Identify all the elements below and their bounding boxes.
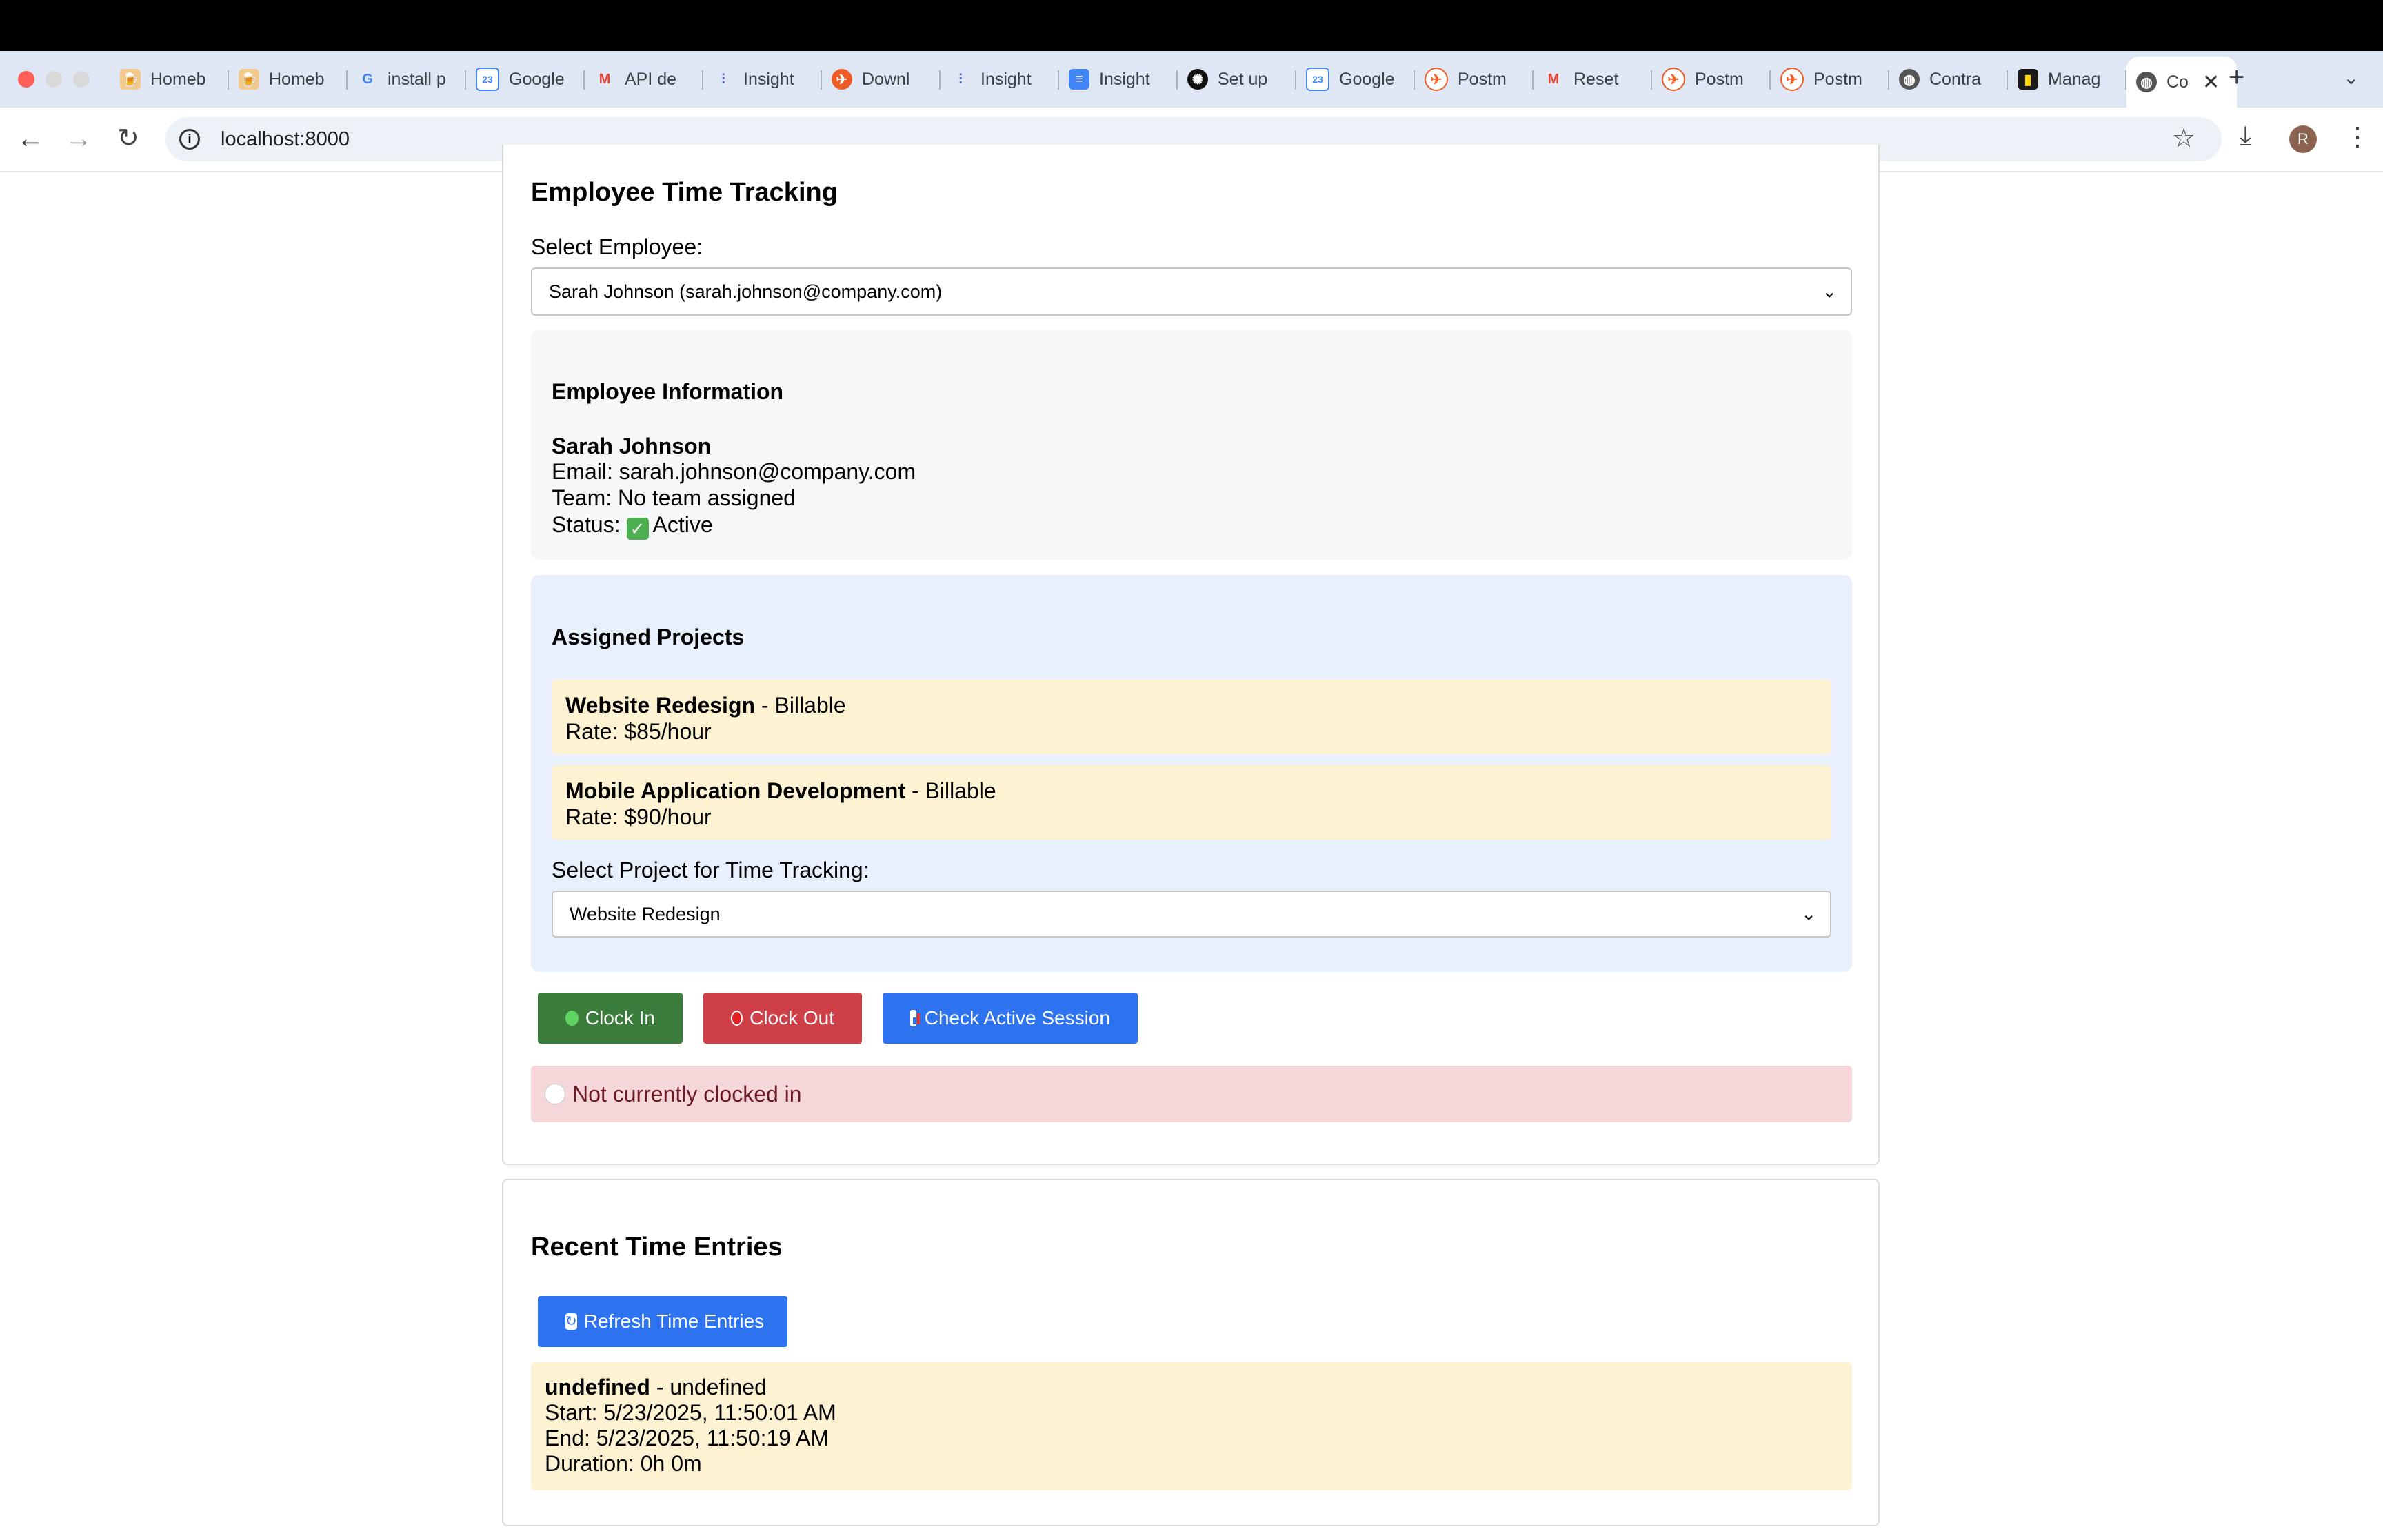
google-docs-icon: ≡: [1069, 69, 1089, 90]
forward-icon[interactable]: →: [65, 123, 92, 154]
employee-name: Sarah Johnson: [552, 434, 712, 458]
profile-avatar[interactable]: R: [2289, 125, 2317, 153]
tab[interactable]: ✺ Set up: [1178, 57, 1296, 102]
tab[interactable]: ◍ Contra: [1889, 57, 2008, 102]
insightful-icon: ⫶: [721, 71, 725, 87]
project-name: Mobile Application Development: [565, 778, 906, 803]
tab[interactable]: Ginstall p: [348, 57, 466, 102]
close-window-button[interactable]: [18, 71, 34, 88]
status-badge: Active: [652, 512, 713, 537]
postman-icon: ✈: [832, 69, 852, 90]
menu-bar: [0, 0, 2383, 51]
page-title: Employee Time Tracking: [531, 178, 838, 207]
maximize-window-button[interactable]: [73, 71, 90, 88]
project-rate: Rate: $90/hour: [565, 804, 712, 829]
tab[interactable]: ✈ Postm: [1652, 57, 1771, 102]
tab-active[interactable]: ◍ Co ✕: [2126, 57, 2237, 108]
project-rate: Rate: $85/hour: [565, 719, 712, 744]
employee-info-panel: [531, 330, 1852, 560]
tab[interactable]: ≡ Insight: [1059, 57, 1178, 102]
employee-select[interactable]: Sarah Johnson (sarah.johnson@company.com…: [531, 267, 1852, 316]
project-type: - Billable: [905, 778, 996, 803]
tab[interactable]: ▮ Manag: [2008, 57, 2126, 102]
back-icon[interactable]: ←: [17, 123, 44, 154]
recent-entries-title: Recent Time Entries: [531, 1233, 783, 1262]
google-icon: G: [362, 71, 373, 87]
globe-icon: ◍: [1899, 69, 1920, 90]
url-text: localhost:8000: [221, 128, 350, 150]
new-tab-icon[interactable]: +: [2229, 62, 2244, 93]
clock-in-button[interactable]: Clock In: [538, 993, 683, 1044]
tab[interactable]: 23 Google: [1296, 57, 1415, 102]
chevron-down-icon: ⌄: [1822, 281, 1837, 302]
tab[interactable]: 23 Google: [466, 57, 585, 102]
employee-info-heading: Employee Information: [552, 379, 784, 404]
entry-description: - undefined: [650, 1375, 767, 1399]
project-item: Mobile Application Development - Billabl…: [552, 765, 1831, 840]
google-calendar-icon: 23: [1306, 68, 1329, 91]
reload-icon[interactable]: ↻: [117, 123, 139, 154]
browser-menu-icon[interactable]: ⋮: [2344, 121, 2371, 152]
site-info-icon[interactable]: i: [179, 129, 200, 150]
clock-out-button[interactable]: Clock Out: [703, 993, 862, 1044]
gmail-icon: M: [599, 71, 611, 87]
select-employee-label: Select Employee:: [531, 234, 703, 259]
tab[interactable]: ⫶ Insight: [703, 57, 822, 102]
tab[interactable]: ✈ Downl: [822, 57, 941, 102]
chevron-down-icon: ⌄: [1801, 903, 1816, 924]
insightful-icon: ⫶: [958, 71, 963, 87]
white-circle-icon: [545, 1084, 565, 1104]
homebrew-icon: 🍺: [120, 69, 141, 90]
tab[interactable]: M Reset: [1534, 57, 1652, 102]
postman-icon: ✈: [1662, 68, 1685, 91]
project-select[interactable]: Website Redesign ⌄: [552, 891, 1831, 938]
postman-icon: ✈: [1425, 68, 1448, 91]
entry-project: undefined: [545, 1375, 650, 1399]
homebrew-icon: 🍺: [239, 69, 259, 90]
bar-chart-icon: [910, 1010, 924, 1026]
refresh-icon: ↻: [565, 1313, 577, 1330]
entry-end: End: 5/23/2025, 11:50:19 AM: [545, 1426, 829, 1450]
project-name: Website Redesign: [565, 693, 756, 718]
tab-search-icon[interactable]: ⌄: [2343, 66, 2359, 89]
refresh-entries-button[interactable]: ↻ Refresh Time Entries: [538, 1296, 787, 1347]
openai-icon: ✺: [1187, 69, 1208, 90]
postman-icon: ✈: [1780, 68, 1804, 91]
tab[interactable]: M API de: [585, 57, 703, 102]
project-type: - Billable: [755, 693, 846, 718]
tab-list: 🍺 Homeb 🍺 Homeb Ginstall p 23 Google M API d…: [110, 57, 2237, 108]
project-item: Website Redesign - Billable Rate: $85/ho…: [552, 680, 1831, 754]
select-project-label: Select Project for Time Tracking:: [552, 858, 869, 882]
tab[interactable]: ⫶ Insight: [941, 57, 1059, 102]
tab[interactable]: ✈ Postm: [1415, 57, 1534, 102]
session-status-message: Not currently clocked in: [531, 1066, 1852, 1122]
tab[interactable]: ✈ Postm: [1771, 57, 1889, 102]
gmail-icon: M: [1547, 71, 1560, 87]
app-icon: ▮: [2018, 69, 2038, 90]
green-circle-icon: [565, 1011, 579, 1026]
red-circle-icon: [731, 1011, 743, 1026]
entry-duration: Duration: 0h 0m: [545, 1451, 702, 1476]
bookmark-star-icon[interactable]: ☆: [2172, 123, 2195, 154]
globe-icon: ◍: [2136, 72, 2157, 92]
download-icon[interactable]: ⤓: [2240, 121, 2251, 151]
employee-status: Status: ✓ Active: [552, 512, 713, 540]
check-icon: ✓: [626, 518, 649, 540]
employee-email: Email: sarah.johnson@company.com: [552, 459, 916, 484]
tab[interactable]: 🍺 Homeb: [110, 57, 229, 102]
employee-team: Team: No team assigned: [552, 485, 796, 510]
google-calendar-icon: 23: [476, 68, 499, 91]
minimize-window-button[interactable]: [46, 71, 62, 88]
assigned-projects-heading: Assigned Projects: [552, 625, 745, 649]
entry-start: Start: 5/23/2025, 11:50:01 AM: [545, 1400, 836, 1425]
check-active-session-button[interactable]: Check Active Session: [883, 993, 1138, 1044]
tab[interactable]: 🍺 Homeb: [229, 57, 348, 102]
time-entry: undefined - undefined Start: 5/23/2025, …: [531, 1362, 1852, 1490]
close-tab-icon[interactable]: ✕: [2202, 70, 2220, 94]
